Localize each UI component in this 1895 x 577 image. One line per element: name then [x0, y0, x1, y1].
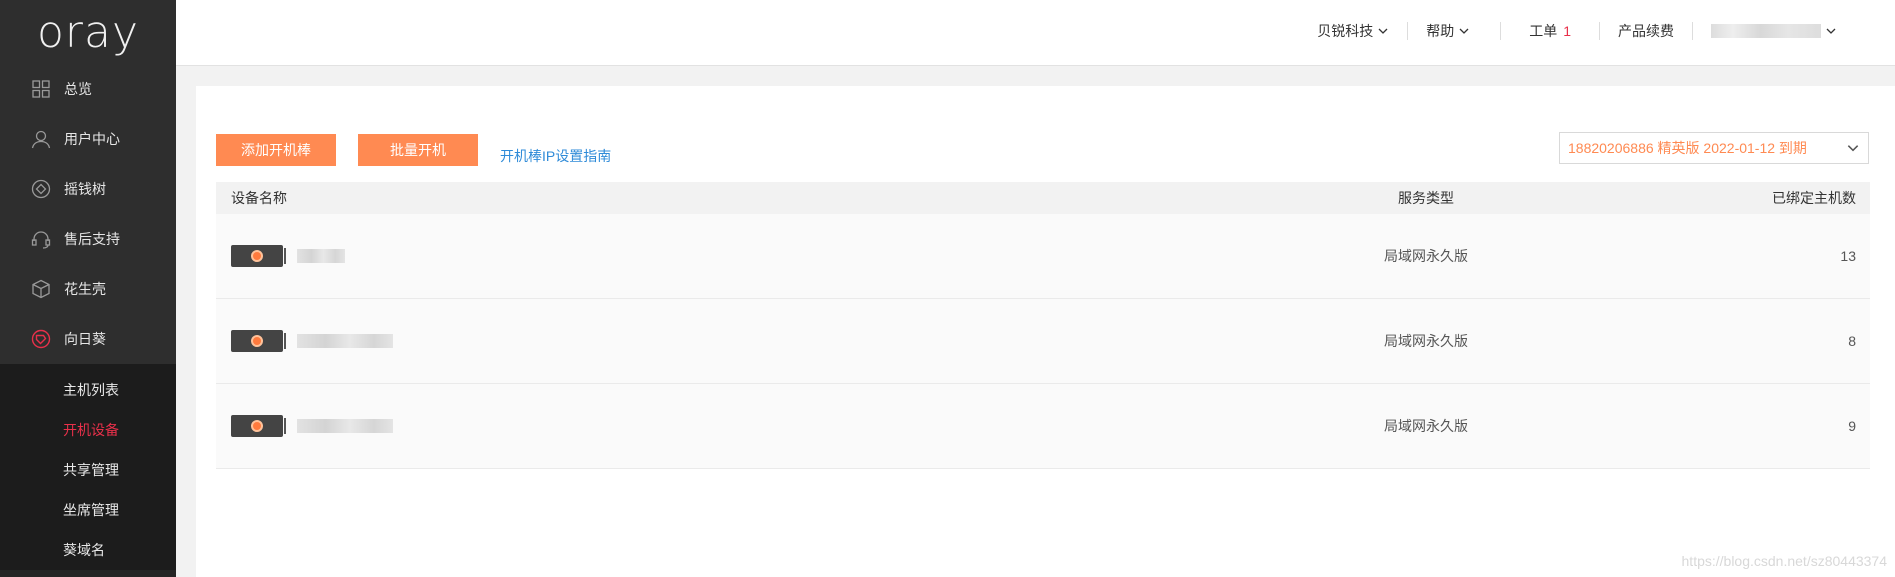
user-dropdown[interactable]: [1693, 24, 1855, 38]
tickets-label: 工单: [1529, 23, 1558, 39]
tickets-link[interactable]: 工单 1: [1501, 21, 1599, 41]
main-panel: 添加开机棒 批量开机 开机棒IP设置指南 18820206886 精英版 202…: [196, 86, 1895, 577]
bound-hosts-cell: 8: [1848, 333, 1856, 349]
cube-icon: [30, 278, 52, 300]
sidebar-item-label: 向日葵: [64, 331, 106, 347]
plan-select[interactable]: 18820206886 精英版 2022-01-12 到期: [1559, 132, 1869, 164]
sidebar-nav: 总览 用户中心 摇钱树 售后支持 花生壳 向日葵: [0, 64, 176, 364]
grid-icon: [30, 78, 52, 100]
chevron-down-icon: [1847, 145, 1859, 152]
boot-stick-icon: [231, 245, 286, 267]
sidebar-item-money-tree[interactable]: 摇钱树: [0, 164, 176, 214]
sidebar-subitem-host-list[interactable]: 主机列表: [0, 370, 176, 410]
sidebar-subitem-seat-management[interactable]: 坐席管理: [0, 490, 176, 530]
renew-label: 产品续费: [1618, 23, 1674, 39]
sidebar-subitem-share-management[interactable]: 共享管理: [0, 450, 176, 490]
oray-logo[interactable]: oray: [0, 0, 176, 64]
bound-hosts-cell: 9: [1848, 418, 1856, 434]
sidebar-item-label: 用户中心: [64, 131, 120, 147]
chevron-down-icon: [1459, 28, 1469, 34]
add-boot-stick-button[interactable]: 添加开机棒: [216, 134, 336, 166]
renew-link[interactable]: 产品续费: [1600, 21, 1692, 41]
headset-icon: [30, 228, 52, 250]
batch-boot-button[interactable]: 批量开机: [358, 134, 478, 166]
username-redacted: [1711, 24, 1821, 38]
service-type-cell: 局域网永久版: [1384, 333, 1468, 349]
watermark: https://blog.csdn.net/sz80443374: [1681, 553, 1887, 569]
sidebar-item-label: 售后支持: [64, 231, 120, 247]
devices-table: 设备名称 服务类型 已绑定主机数 局域网永久版 13 局域网永久版 8 局域网永…: [216, 182, 1870, 469]
tickets-count-badge: 1: [1563, 23, 1571, 39]
header-service-type: 服务类型: [1398, 190, 1454, 206]
help-dropdown[interactable]: 帮助: [1408, 21, 1488, 41]
sidebar-item-support[interactable]: 售后支持: [0, 214, 176, 264]
sidebar-item-label: 摇钱树: [64, 181, 106, 197]
sidebar-item-overview[interactable]: 总览: [0, 64, 176, 114]
device-name-redacted: [297, 334, 393, 348]
company-dropdown[interactable]: 贝锐科技: [1299, 21, 1407, 41]
sidebar-item-user-center[interactable]: 用户中心: [0, 114, 176, 164]
bound-hosts-cell: 13: [1840, 248, 1856, 264]
service-type-cell: 局域网永久版: [1384, 418, 1468, 434]
table-row[interactable]: 局域网永久版 13: [216, 214, 1870, 299]
boot-stick-icon: [231, 415, 286, 437]
table-row[interactable]: 局域网永久版 9: [216, 384, 1870, 469]
sidebar-item-label: 花生壳: [64, 281, 106, 297]
table-header: 设备名称 服务类型 已绑定主机数: [216, 182, 1870, 214]
header-device-name: 设备名称: [231, 190, 287, 206]
service-type-cell: 局域网永久版: [1384, 248, 1468, 264]
user-icon: [30, 128, 52, 150]
sidebar-subitem-domain[interactable]: 葵域名: [0, 530, 176, 570]
header-bound-hosts: 已绑定主机数: [1772, 190, 1856, 206]
toolbar: 添加开机棒 批量开机 开机棒IP设置指南: [216, 134, 611, 166]
device-name-redacted: [297, 419, 393, 433]
company-label: 贝锐科技: [1317, 23, 1374, 39]
boot-stick-icon: [231, 330, 286, 352]
sidebar-item-sunlogin[interactable]: 向日葵: [0, 314, 176, 364]
chevron-down-icon: [1826, 28, 1836, 34]
table-row[interactable]: 局域网永久版 8: [216, 299, 1870, 384]
sidebar-subitem-boot-devices[interactable]: 开机设备: [0, 410, 176, 450]
sunflower-icon: [30, 328, 52, 350]
sidebar-item-oray-shell[interactable]: 花生壳: [0, 264, 176, 314]
help-label: 帮助: [1426, 23, 1455, 39]
top-menu: 贝锐科技 帮助 工单 1 产品续费: [1299, 0, 1855, 62]
diamond-icon: [30, 178, 52, 200]
sunlogin-submenu: 主机列表 开机设备 共享管理 坐席管理 葵域名: [0, 364, 176, 570]
sidebar-item-label: 总览: [64, 81, 92, 97]
chevron-down-icon: [1378, 28, 1388, 34]
ip-setup-guide-link[interactable]: 开机棒IP设置指南: [500, 146, 611, 166]
device-name-cell: [216, 330, 1286, 352]
device-name-redacted: [297, 249, 345, 263]
device-name-cell: [216, 245, 1286, 267]
topbar: 贝锐科技 帮助 工单 1 产品续费: [176, 0, 1895, 66]
device-name-cell: [216, 415, 1286, 437]
plan-select-value: 18820206886 精英版 2022-01-12 到期: [1568, 140, 1807, 156]
sidebar: oray 总览 用户中心 摇钱树 售后支持 花生壳 向日葵 主机列表 开机设备 …: [0, 0, 176, 577]
